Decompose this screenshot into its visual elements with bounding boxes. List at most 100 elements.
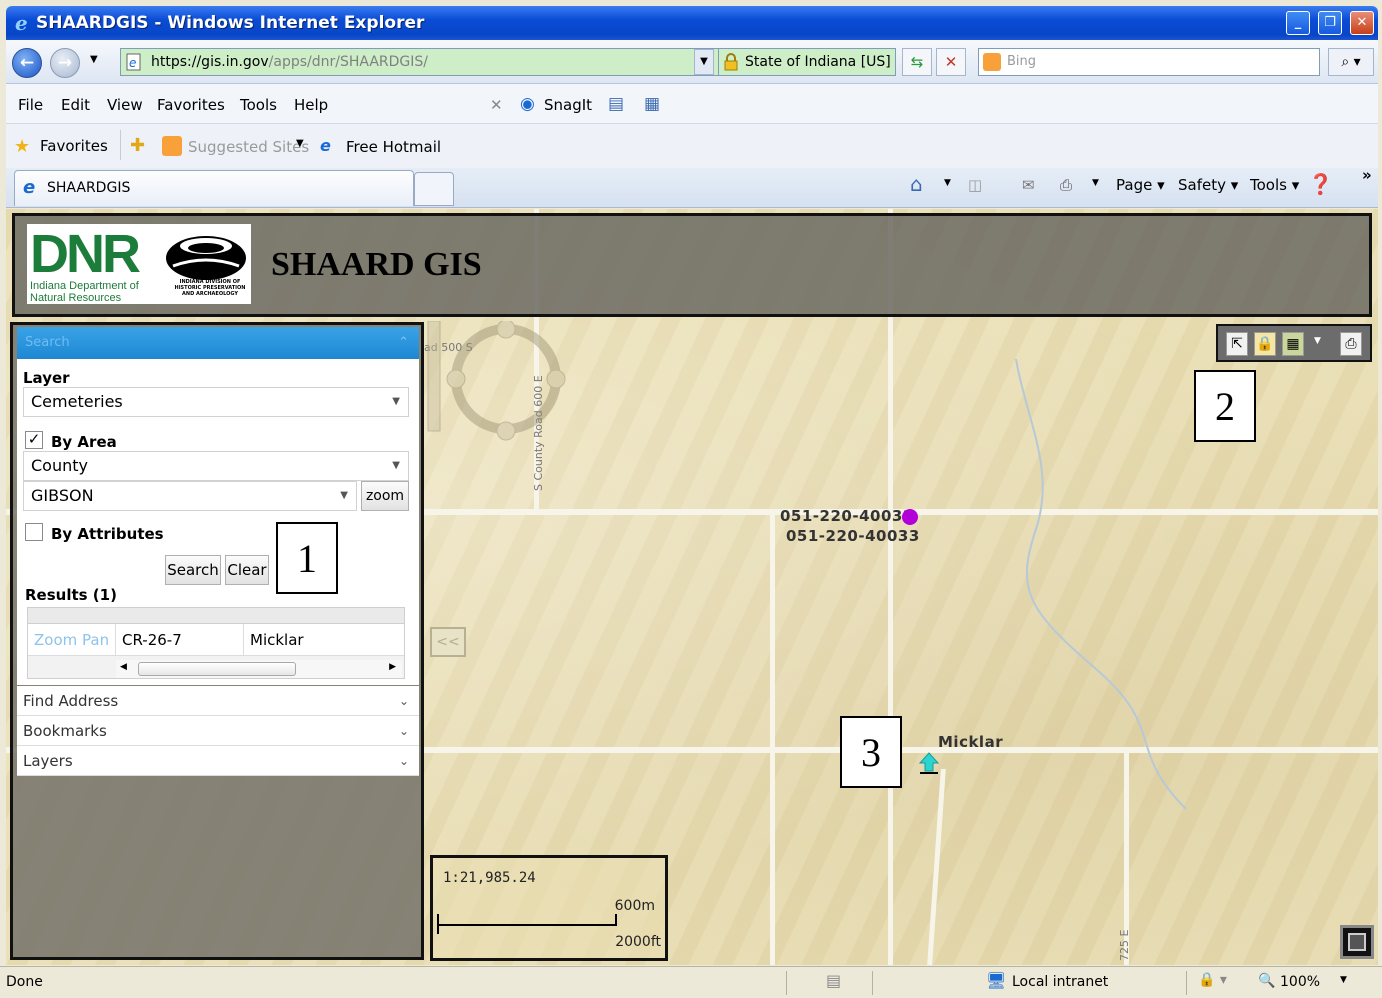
zoom-button[interactable]: zoom <box>361 481 409 511</box>
by-attributes-checkbox[interactable] <box>25 523 43 541</box>
ie-logo-icon: e <box>15 13 28 33</box>
scale-metric: 600m <box>614 898 655 914</box>
callout-3: 3 <box>840 716 902 788</box>
menu-edit[interactable]: Edit <box>61 96 90 114</box>
url-path: /apps/dnr/SHAARDGIS/ <box>268 54 429 70</box>
lock-icon <box>724 53 738 71</box>
security-zone[interactable]: Local intranet <box>1012 974 1108 990</box>
menu-view[interactable]: View <box>107 96 143 114</box>
refresh-button[interactable]: ⇆ <box>902 48 932 76</box>
basemap-dropdown-icon[interactable]: ▼ <box>1314 336 1321 346</box>
back-button[interactable]: ← <box>12 48 42 78</box>
cemetery-marker-icon[interactable] <box>918 751 940 775</box>
callout-1: 1 <box>276 522 338 594</box>
tools-menu[interactable]: Tools ▾ <box>1250 176 1299 194</box>
address-bar: ← → ▼ e https://gis.in.gov/apps/dnr/SHAA… <box>6 40 1378 84</box>
favorites-button[interactable]: Favorites <box>40 137 108 155</box>
snagit-capture-icon[interactable]: ▤ <box>608 94 624 114</box>
minimize-button[interactable]: _ <box>1286 11 1310 35</box>
menu-tools[interactable]: Tools <box>240 96 277 114</box>
security-report-button[interactable]: State of Indiana [US] <box>718 48 896 76</box>
snagit-edit-icon[interactable]: ▦ <box>644 94 660 114</box>
menu-favorites[interactable]: Favorites <box>157 96 225 114</box>
search-placeholder: Bing <box>1007 54 1037 69</box>
table-row[interactable]: Zoom Pan CR-26-7 Micklar <box>28 624 404 656</box>
measure-icon[interactable]: 🔒 <box>1254 332 1276 356</box>
scrollbar-thumb[interactable] <box>138 662 296 676</box>
map-toolbar: ⇱ 🔒 ▦ ▼ ⎙ <box>1216 324 1372 362</box>
identify-icon[interactable]: ⇱ <box>1226 332 1248 356</box>
accordion-bookmarks[interactable]: Bookmarks ⌄ <box>17 716 419 746</box>
snagit-button[interactable]: SnagIt <box>544 96 592 114</box>
forward-button[interactable]: → <box>50 48 80 78</box>
scroll-left-icon[interactable]: ◀ <box>120 662 127 672</box>
page-menu[interactable]: Page ▾ <box>1116 176 1165 194</box>
tab-shaardgis[interactable]: e SHAARDGIS <box>14 170 414 206</box>
accordion-find-address[interactable]: Find Address ⌄ <box>17 686 419 716</box>
zoom-dropdown-icon[interactable]: ▼ <box>1340 975 1347 985</box>
free-hotmail-link[interactable]: Free Hotmail <box>346 138 441 156</box>
suggested-sites-link[interactable]: Suggested Sites <box>188 138 309 156</box>
stop-button[interactable]: ✕ <box>936 48 966 76</box>
overview-map-button[interactable] <box>1340 925 1374 959</box>
menu-file[interactable]: File <box>18 96 43 114</box>
snagit-icon: ◉ <box>520 94 535 114</box>
search-input[interactable]: Bing <box>978 48 1320 76</box>
site-point-marker[interactable] <box>902 509 918 525</box>
search-go-button[interactable]: ⌕ ▾ <box>1328 48 1374 76</box>
area-type-select[interactable]: County ▼ <box>23 451 409 481</box>
home-dropdown[interactable]: ▼ <box>944 178 951 188</box>
area-value-select[interactable]: GIBSON ▼ <box>23 481 357 511</box>
logo-subtitle-2: Natural Resources <box>30 292 122 304</box>
menu-help[interactable]: Help <box>294 96 328 114</box>
home-icon[interactable]: ⌂ <box>910 172 923 196</box>
by-area-label: By Area <box>51 433 117 451</box>
results-grid: Zoom Pan CR-26-7 Micklar ◀ ▶ <box>27 607 405 679</box>
add-favorites-icon[interactable]: ✚ <box>130 135 145 156</box>
url-field[interactable]: e https://gis.in.gov/apps/dnr/SHAARDGIS/ <box>120 48 720 76</box>
print-map-icon[interactable]: ⎙ <box>1340 332 1362 356</box>
scroll-right-icon[interactable]: ▶ <box>389 662 396 672</box>
restore-button[interactable]: ❐ <box>1318 11 1342 35</box>
print-dropdown[interactable]: ▼ <box>1092 178 1099 188</box>
new-tab-button[interactable] <box>414 172 454 206</box>
zoom-icon: 🔍 <box>1258 973 1276 989</box>
chevron-down-icon: ⌄ <box>398 694 409 708</box>
safety-menu[interactable]: Safety ▾ <box>1178 176 1238 194</box>
by-attributes-label: By Attributes <box>51 525 164 543</box>
read-mail-icon[interactable]: ✉ <box>1022 176 1035 194</box>
recent-pages-dropdown[interactable]: ▼ <box>90 54 98 65</box>
chevron-down-icon: ⌄ <box>398 724 409 738</box>
site-label-1: 051-220-40032 <box>780 507 914 525</box>
help-icon[interactable]: ❓ <box>1308 172 1333 196</box>
suggested-sites-dropdown[interactable]: ▼ <box>296 138 304 149</box>
map-navigation-control[interactable] <box>426 321 576 461</box>
cemetery-label: Micklar <box>938 733 1004 751</box>
close-button[interactable]: ✕ <box>1350 11 1374 35</box>
collapse-panel-button[interactable]: << <box>430 627 466 657</box>
suggested-sites-icon <box>162 136 182 156</box>
clear-button[interactable]: Clear <box>225 555 269 585</box>
url-dropdown-button[interactable]: ▼ <box>694 49 714 75</box>
print-icon[interactable]: ⎙ <box>1060 176 1072 194</box>
close-toolbar-icon[interactable]: ✕ <box>490 96 503 114</box>
basemap-icon[interactable]: ▦ <box>1282 332 1304 356</box>
zoom-pan-link[interactable]: Zoom Pan <box>28 624 116 656</box>
zoom-level[interactable]: 100% <box>1280 974 1320 990</box>
accordion-layers[interactable]: Layers ⌄ <box>17 746 419 776</box>
search-button[interactable]: Search <box>165 555 221 585</box>
feeds-icon[interactable]: ◫ <box>968 176 982 194</box>
result-id: CR-26-7 <box>116 624 244 656</box>
results-label: Results (1) <box>25 586 117 604</box>
logo-dhpa-text: INDIANA DIVISION OF HISTORIC PRESERVATIO… <box>174 279 246 297</box>
layer-select[interactable]: Cemeteries ▼ <box>23 387 409 417</box>
callout-2: 2 <box>1194 370 1256 442</box>
results-horizontal-scrollbar[interactable]: ◀ ▶ <box>116 660 402 678</box>
favorites-star-icon: ★ <box>14 136 31 157</box>
more-commands-button[interactable]: » <box>1362 166 1372 184</box>
protected-mode-icon[interactable]: 🔒 ▾ <box>1198 972 1227 988</box>
search-accordion-header[interactable]: Search ⌃ <box>17 327 419 359</box>
area-value: GIBSON <box>31 486 94 505</box>
by-area-checkbox[interactable]: ✓ <box>25 431 43 449</box>
page-menu-label: Page <box>1116 176 1153 194</box>
